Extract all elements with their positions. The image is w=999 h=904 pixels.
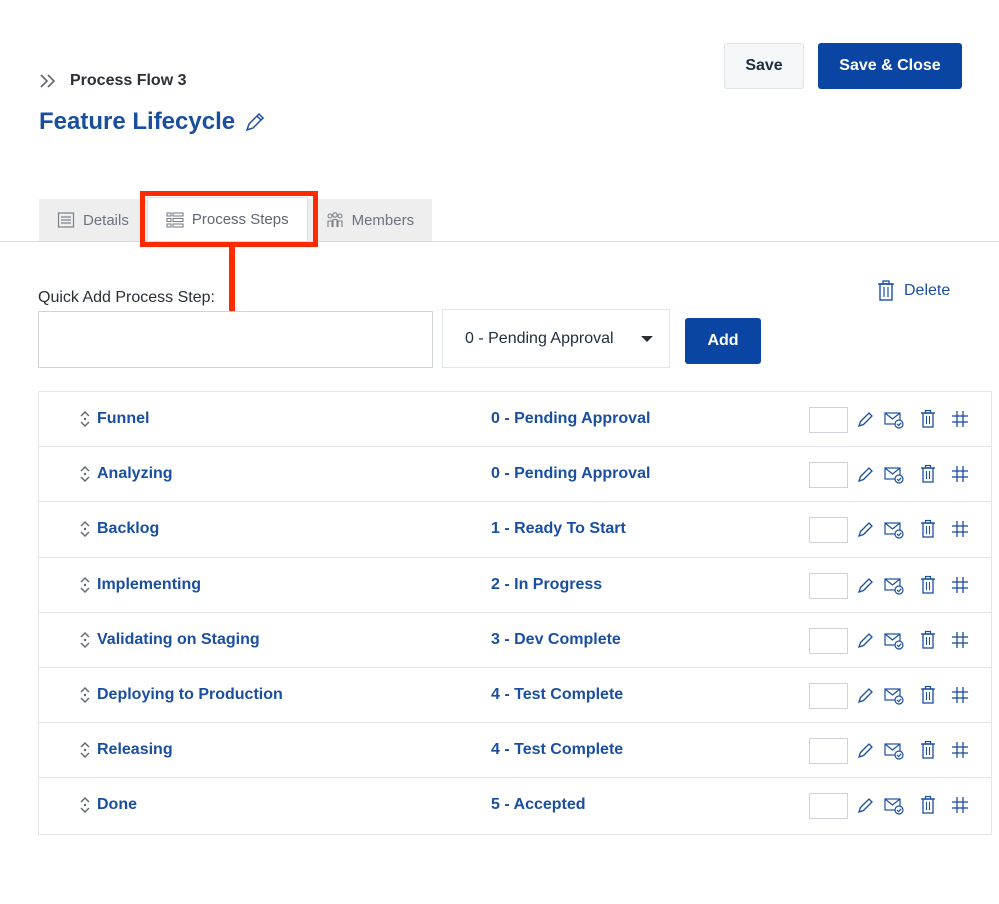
list-item: Validating on Staging 3 - Dev Complete	[39, 613, 991, 668]
wip-limit-input[interactable]	[809, 627, 848, 654]
annotation-highlight-box	[140, 191, 318, 247]
pencil-icon[interactable]	[856, 409, 876, 429]
list-item: Backlog 1 - Ready To Start	[39, 502, 991, 558]
wip-limit-input[interactable]	[809, 517, 848, 544]
drag-handle-icon[interactable]	[79, 630, 91, 650]
breadcrumb: Process Flow 3	[38, 71, 187, 91]
delete-label: Delete	[904, 282, 951, 299]
wip-limit-input[interactable]	[809, 462, 848, 489]
add-button[interactable]: Add	[685, 318, 761, 364]
hash-icon[interactable]	[950, 795, 970, 815]
trash-icon	[878, 280, 894, 301]
pencil-icon[interactable]	[856, 740, 876, 760]
quick-add-label: Quick Add Process Step:	[38, 289, 215, 306]
step-state[interactable]: 2 - In Progress	[491, 576, 602, 594]
trash-icon[interactable]	[918, 630, 938, 650]
step-state[interactable]: 4 - Test Complete	[491, 686, 623, 704]
step-name[interactable]: Backlog	[97, 520, 159, 538]
quick-add-input[interactable]	[38, 311, 433, 368]
step-state[interactable]: 0 - Pending Approval	[491, 410, 650, 428]
step-name[interactable]: Validating on Staging	[97, 631, 260, 649]
pencil-icon[interactable]	[856, 519, 876, 539]
hash-icon[interactable]	[950, 740, 970, 760]
step-name[interactable]: Releasing	[97, 741, 173, 759]
delete-link[interactable]: Delete	[876, 280, 950, 302]
step-name[interactable]: Analyzing	[97, 465, 173, 483]
tab-members-label: Members	[351, 211, 415, 229]
trash-icon[interactable]	[918, 740, 938, 760]
state-select[interactable]: 0 - Pending Approval	[442, 309, 670, 368]
people-icon	[327, 212, 343, 227]
mail-check-icon[interactable]	[884, 740, 904, 760]
list-item: Deploying to Production 4 - Test Complet…	[39, 668, 991, 724]
step-state[interactable]: 0 - Pending Approval	[491, 465, 650, 483]
trash-icon[interactable]	[918, 795, 938, 815]
tab-details-label: Details	[83, 211, 129, 229]
pencil-icon[interactable]	[856, 575, 876, 595]
hash-icon[interactable]	[950, 409, 970, 429]
step-name[interactable]: Done	[97, 796, 137, 814]
step-name[interactable]: Deploying to Production	[97, 686, 283, 704]
trash-icon[interactable]	[918, 519, 938, 539]
step-name[interactable]: Implementing	[97, 576, 201, 594]
list-item: Analyzing 0 - Pending Approval	[39, 447, 991, 503]
mail-check-icon[interactable]	[884, 685, 904, 705]
mail-check-icon[interactable]	[884, 519, 904, 539]
save-and-close-button[interactable]: Save & Close	[818, 43, 962, 89]
hash-icon[interactable]	[950, 630, 970, 650]
drag-handle-icon[interactable]	[79, 519, 91, 539]
pencil-icon[interactable]	[856, 795, 876, 815]
wip-limit-input[interactable]	[809, 572, 848, 599]
pencil-icon[interactable]	[856, 464, 876, 484]
save-button[interactable]: Save	[724, 43, 804, 89]
pencil-icon[interactable]	[856, 630, 876, 650]
mail-check-icon[interactable]	[884, 409, 904, 429]
step-state[interactable]: 3 - Dev Complete	[491, 631, 621, 649]
wip-limit-input[interactable]	[809, 793, 848, 820]
tab-details[interactable]: Details	[39, 199, 147, 241]
wip-limit-input[interactable]	[809, 738, 848, 765]
tab-members[interactable]: Members	[307, 199, 433, 241]
double-chevron-right-icon	[40, 74, 56, 88]
step-state[interactable]: 1 - Ready To Start	[491, 520, 626, 538]
pencil-icon[interactable]	[856, 685, 876, 705]
annotation-arrow-shaft	[229, 246, 235, 316]
trash-icon[interactable]	[918, 409, 938, 429]
hash-icon[interactable]	[950, 575, 970, 595]
trash-icon[interactable]	[918, 464, 938, 484]
caret-down-icon	[641, 335, 653, 342]
process-steps-list: Funnel 0 - Pending Approval Analyzing 0 …	[38, 391, 992, 835]
mail-check-icon[interactable]	[884, 575, 904, 595]
list-item: Releasing 4 - Test Complete	[39, 723, 991, 779]
drag-handle-icon[interactable]	[79, 575, 91, 595]
mail-check-icon[interactable]	[884, 464, 904, 484]
mail-check-icon[interactable]	[884, 630, 904, 650]
list-item: Funnel 0 - Pending Approval	[39, 392, 991, 448]
page-title-text: Feature Lifecycle	[39, 108, 236, 135]
hash-icon[interactable]	[950, 464, 970, 484]
document-icon	[57, 212, 75, 228]
state-select-value: 0 - Pending Approval	[465, 329, 614, 347]
step-state[interactable]: 4 - Test Complete	[491, 741, 623, 759]
breadcrumb-label[interactable]: Process Flow 3	[70, 72, 187, 90]
step-state[interactable]: 5 - Accepted	[491, 796, 586, 814]
drag-handle-icon[interactable]	[79, 409, 91, 429]
drag-handle-icon[interactable]	[79, 464, 91, 484]
mail-check-icon[interactable]	[884, 795, 904, 815]
page-title: Feature Lifecycle	[39, 108, 267, 136]
wip-limit-input[interactable]	[809, 682, 848, 709]
drag-handle-icon[interactable]	[79, 795, 91, 815]
trash-icon[interactable]	[918, 575, 938, 595]
hash-icon[interactable]	[950, 519, 970, 539]
wip-limit-input[interactable]	[809, 407, 848, 433]
list-item: Done 5 - Accepted	[39, 778, 991, 833]
hash-icon[interactable]	[950, 685, 970, 705]
list-item: Implementing 2 - In Progress	[39, 558, 991, 613]
drag-handle-icon[interactable]	[79, 740, 91, 760]
pencil-icon[interactable]	[243, 110, 267, 134]
drag-handle-icon[interactable]	[79, 685, 91, 705]
trash-icon[interactable]	[918, 685, 938, 705]
step-name[interactable]: Funnel	[97, 410, 149, 428]
